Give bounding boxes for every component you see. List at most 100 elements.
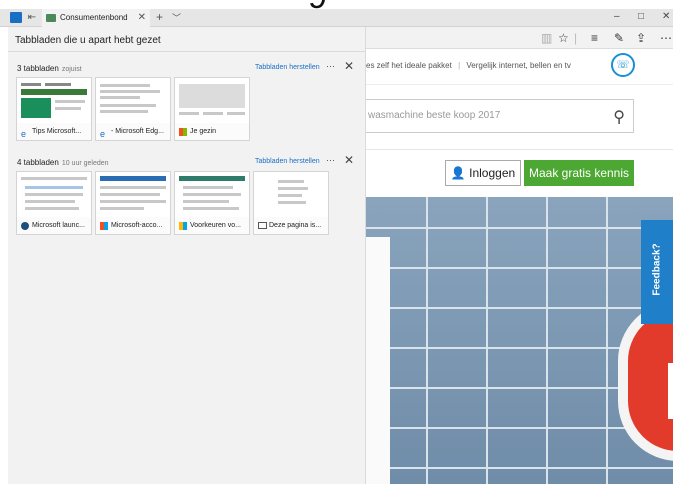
group-time: 10 uur geleden	[61, 160, 109, 167]
building-line	[366, 467, 673, 469]
group-close-button[interactable]: ✕	[344, 153, 354, 167]
tab-thumbnail[interactable]: e Tips Microsoft...	[16, 77, 92, 141]
building-line	[366, 267, 673, 269]
preview-line	[25, 193, 83, 196]
building-line	[366, 307, 673, 309]
preview-line	[21, 83, 41, 86]
microsoft-logo-icon	[100, 222, 108, 230]
building-line	[546, 197, 548, 484]
tab-label: Je gezin	[190, 128, 217, 135]
preview-line	[55, 100, 85, 103]
restore-tabs-link[interactable]: Tabbladen herstellen	[255, 158, 320, 165]
microsoft-logo-icon	[179, 222, 187, 230]
group-time: zojuist	[61, 66, 82, 73]
web-note-icon[interactable]: ✎	[614, 31, 624, 45]
feedback-label: Feedback?	[651, 243, 663, 296]
logo-mark	[668, 363, 673, 419]
tabs-aside-icon[interactable]	[10, 12, 22, 23]
share-icon[interactable]: ⇪	[636, 31, 646, 45]
preview-line	[45, 83, 71, 86]
preview-line	[203, 112, 223, 115]
phone-support-icon[interactable]: ☏	[611, 53, 635, 77]
feedback-tab[interactable]: Feedback?	[641, 220, 673, 324]
tab-thumbnail-label: Voorkeuren vo...	[175, 217, 249, 234]
hero-image	[366, 197, 673, 484]
tab-title: Consumentenbond	[60, 13, 128, 22]
minimize-button[interactable]: –	[614, 11, 620, 22]
microsoft-logo-icon	[179, 128, 187, 136]
tab-label: Microsoft launc...	[32, 222, 85, 229]
tab-thumbnail[interactable]: Je gezin	[174, 77, 250, 141]
panel-title: Tabbladen die u apart hebt gezet	[15, 35, 161, 46]
tab-thumbnail-label: e - Microsoft Edg...	[96, 123, 170, 140]
user-icon: 👤	[450, 166, 466, 180]
reading-view-icon[interactable]: ▥	[541, 31, 552, 45]
tab-thumbnail-label: Je gezin	[175, 123, 249, 140]
preview-line	[21, 177, 87, 180]
tab-thumbnail-label: Microsoft launc...	[17, 217, 91, 234]
maximize-button[interactable]: □	[638, 11, 644, 22]
site-link-separator: |	[458, 61, 461, 70]
tab-thumbnail[interactable]: e - Microsoft Edg...	[95, 77, 171, 141]
page-icon	[258, 222, 267, 229]
site-link-package[interactable]: es zelf het ideale pakket	[366, 61, 452, 70]
preview-line	[100, 200, 166, 203]
tab-group: 3 tabbladen zojuist Tabbladen herstellen …	[8, 59, 366, 151]
group-more-button[interactable]: ···	[326, 61, 335, 71]
preview-line	[183, 200, 229, 203]
close-window-button[interactable]: ✕	[662, 11, 670, 22]
toolbar: ▥ ☆ | ≡ ✎ ⇪ ⋯	[366, 27, 673, 49]
title-bar: ⇤ Consumentenbond ✕ + ﹀ – □ ✕	[0, 9, 673, 27]
tab-close-icon[interactable]: ✕	[138, 9, 146, 27]
group-more-button[interactable]: ···	[326, 155, 335, 165]
login-button[interactable]: 👤 Inloggen	[445, 160, 521, 186]
preview-line	[179, 112, 199, 115]
join-button[interactable]: Maak gratis kennis	[524, 160, 634, 186]
toolbar-divider: |	[574, 31, 578, 45]
preview-block	[179, 84, 245, 108]
more-icon[interactable]: ⋯	[660, 31, 672, 45]
top-strip: 9	[0, 0, 673, 16]
browser-tab-consumentenbond[interactable]: Consumentenbond ✕	[42, 9, 150, 27]
tab-group: 4 tabbladen 10 uur geleden Tabbladen hers…	[8, 153, 366, 245]
preview-line	[278, 194, 302, 197]
hub-icon[interactable]: ≡	[591, 31, 598, 45]
tab-thumbnail[interactable]: Voorkeuren vo...	[174, 171, 250, 235]
site-search-input[interactable]: wasmachine beste koop 2017 ⚲	[366, 99, 634, 133]
tab-thumbnail[interactable]: Microsoft launc...	[16, 171, 92, 235]
preview-line	[278, 187, 308, 190]
tab-thumbnail[interactable]: Microsoft-acco...	[95, 171, 171, 235]
building-line	[366, 227, 673, 229]
preview-line	[278, 201, 306, 204]
tab-preview	[256, 174, 326, 215]
preview-line	[227, 112, 245, 115]
preview-line	[25, 186, 83, 189]
preview-line	[183, 186, 233, 189]
set-aside-tabs-icon[interactable]: ⇤	[26, 12, 38, 23]
preview-line	[100, 96, 140, 99]
tab-thumbnail-label: e Tips Microsoft...	[17, 123, 91, 140]
group-close-button[interactable]: ✕	[344, 59, 354, 73]
tab-thumbnail-label: Microsoft-acco...	[96, 217, 170, 234]
preview-line	[25, 207, 79, 210]
restore-tabs-link[interactable]: Tabbladen herstellen	[255, 64, 320, 71]
consumentenbond-logo-sign	[618, 301, 673, 461]
preview-line	[55, 107, 81, 110]
preview-line	[183, 193, 241, 196]
consumentenbond-favicon-icon	[46, 14, 56, 22]
browser-window: 9 ⇤ Consumentenbond ✕ + ﹀ – □ ✕ ▥ ☆ | ≡ …	[0, 0, 673, 484]
preview-line	[100, 90, 160, 93]
group-count: 3 tabbladen zojuist	[17, 64, 82, 73]
edge-icon: e	[100, 129, 106, 139]
favorite-star-icon[interactable]: ☆	[558, 31, 569, 45]
tab-preview-toggle-icon[interactable]: ﹀	[172, 11, 181, 24]
login-label: Inloggen	[469, 166, 516, 180]
site-link-compare[interactable]: Vergelijk internet, bellen en tv	[466, 61, 571, 70]
tab-label: Microsoft-acco...	[111, 222, 163, 229]
tab-thumbnail[interactable]: Deze pagina is...	[253, 171, 329, 235]
tabs-aside-panel: Tabbladen die u apart hebt gezet 3 tabbl…	[8, 27, 366, 484]
building-line	[606, 197, 608, 484]
new-tab-button[interactable]: +	[156, 10, 163, 24]
search-icon[interactable]: ⚲	[613, 102, 625, 134]
tab-preview	[177, 80, 247, 121]
